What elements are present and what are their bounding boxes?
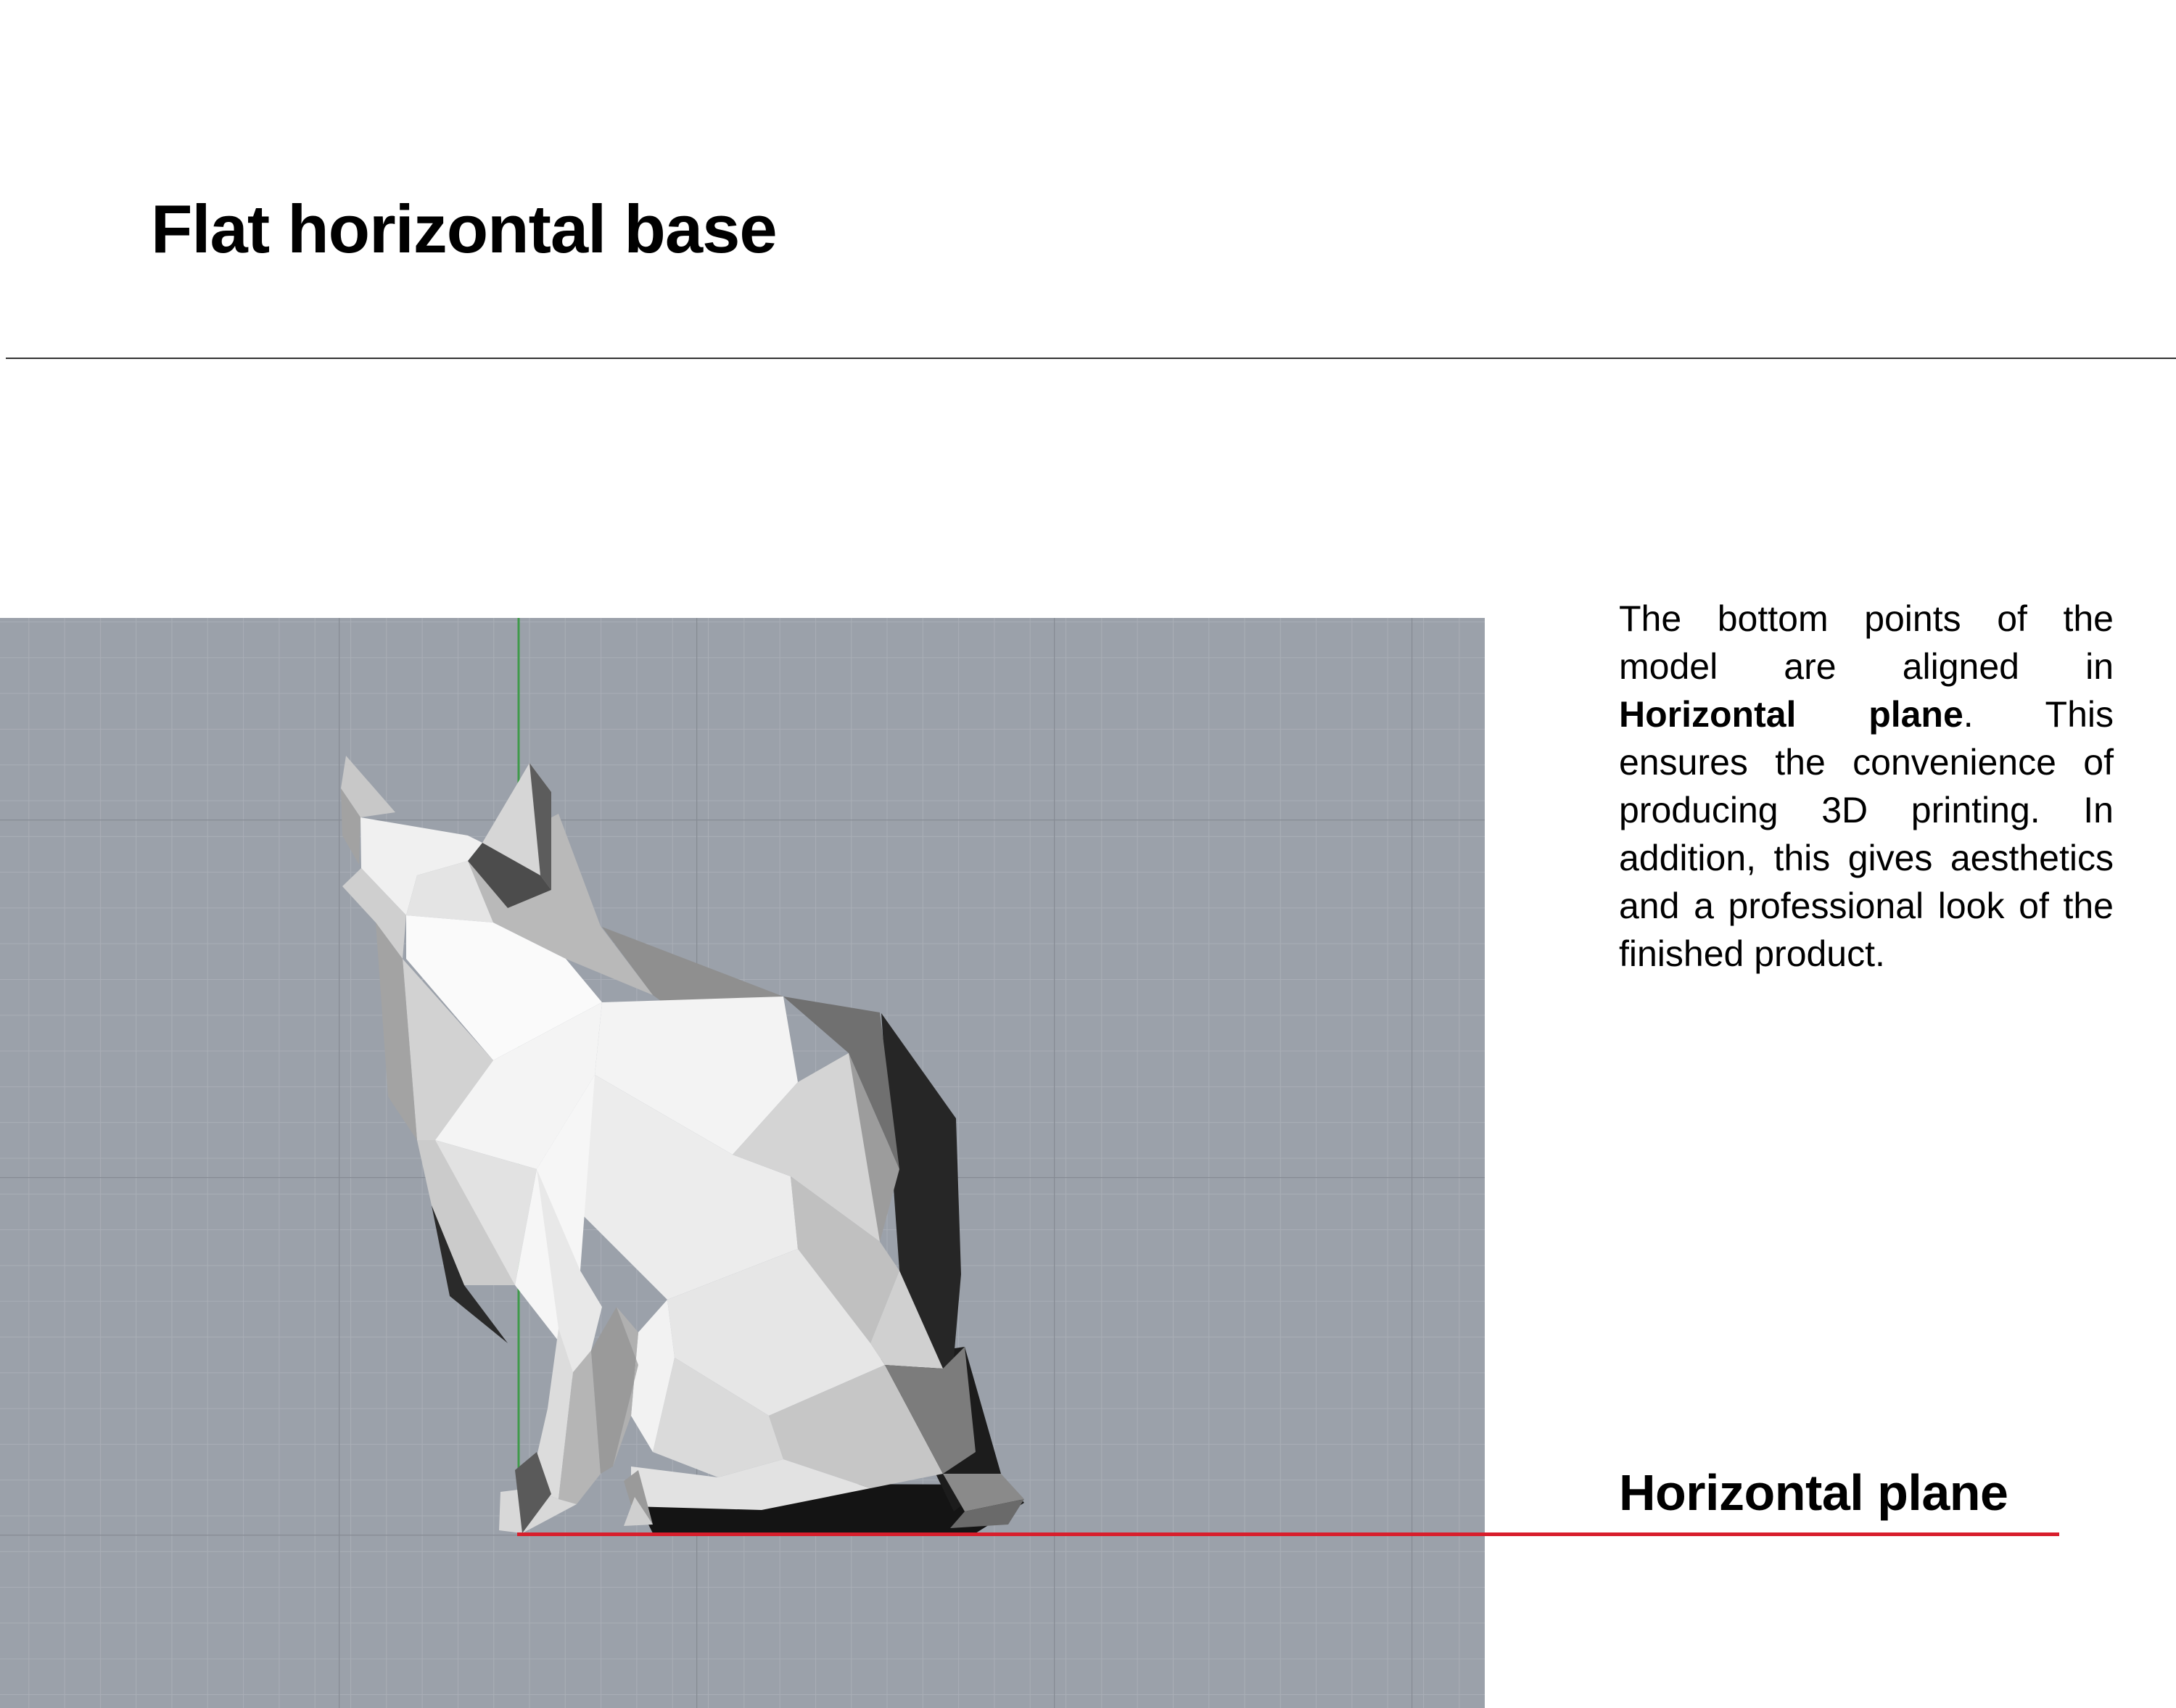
page-title: Flat horizontal base [151,191,778,267]
description-text-2: . This ensures the convenience of produc… [1619,694,2114,974]
horizontal-plane-label: Horizontal plane [1619,1464,2008,1521]
horizontal-plane-line [517,1532,2059,1536]
3d-viewport[interactable] [0,618,1485,1708]
description-paragraph: The bottom points of the model are align… [1619,595,2114,978]
description-text-1: The bottom points of the model are align… [1619,598,2114,687]
viewport-canvas [0,618,1485,1708]
title-divider [6,358,2176,359]
description-bold-term: Horizontal plane [1619,694,1963,735]
